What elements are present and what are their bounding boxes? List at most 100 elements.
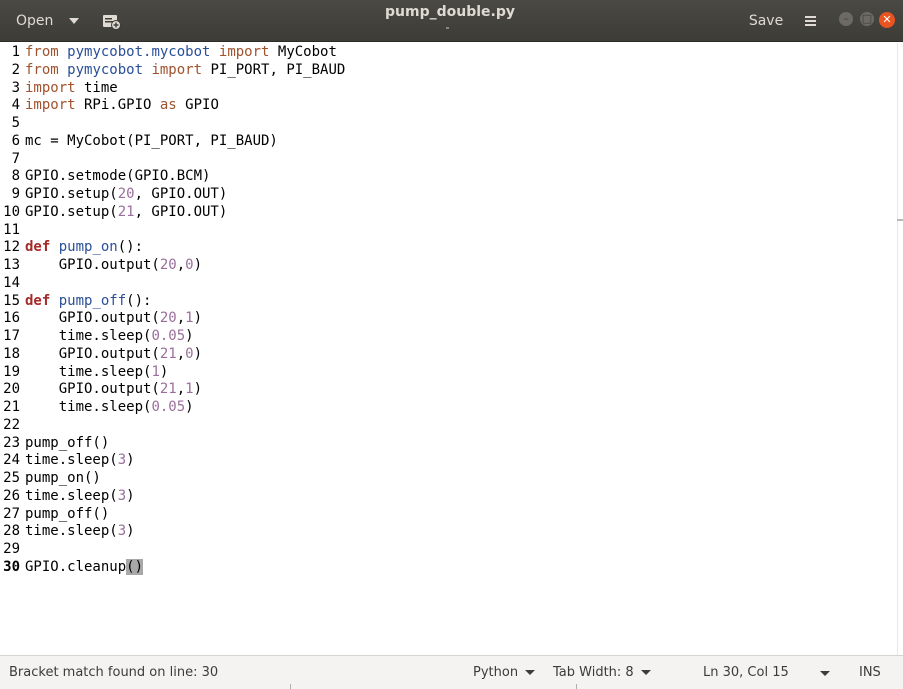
code-token: 1 bbox=[185, 381, 194, 398]
code-token: (): bbox=[117, 239, 144, 256]
code-token: GPIO.output( bbox=[25, 345, 160, 362]
code-line[interactable]: 30 GPIO.cleanup() bbox=[0, 558, 144, 576]
code-token: as bbox=[159, 97, 177, 114]
chevron-down-icon[interactable] bbox=[820, 671, 830, 676]
code-text: time.sleep(3) bbox=[25, 451, 135, 469]
code-line[interactable]: 26 time.sleep(3) bbox=[0, 487, 135, 505]
code-token: pymycobot.mycobot bbox=[67, 44, 211, 60]
hamburger-menu-button[interactable] bbox=[800, 10, 822, 32]
code-token: from bbox=[25, 44, 59, 60]
code-text: pump_off() bbox=[25, 434, 109, 452]
minimize-icon: – bbox=[843, 12, 849, 25]
code-line[interactable]: 15 def pump_off(): bbox=[0, 292, 151, 310]
code-text: time.sleep(3) bbox=[25, 487, 135, 505]
scrollbar[interactable] bbox=[897, 43, 903, 655]
line-number: 21 bbox=[3, 399, 20, 415]
code-token: time.sleep( bbox=[25, 452, 118, 469]
code-token: pump_off() bbox=[25, 434, 110, 451]
code-token: time.sleep( bbox=[25, 328, 152, 344]
code-token: GPIO bbox=[176, 97, 219, 114]
line-number: 7 bbox=[11, 150, 20, 167]
code-line[interactable]: 29 bbox=[0, 540, 25, 558]
line-number: 24 bbox=[3, 452, 20, 469]
code-text: pump_on() bbox=[25, 469, 101, 487]
code-token: pump_off() bbox=[25, 505, 110, 522]
code-text: GPIO.setmode(GPIO.BCM) bbox=[25, 167, 210, 185]
code-token: , GPIO.OUT) bbox=[134, 186, 228, 202]
code-line[interactable]: 16 GPIO.output(20,1) bbox=[0, 309, 202, 327]
code-token: ) bbox=[193, 381, 203, 398]
code-editor[interactable]: 1 from pymycobot.mycobot import MyCobot 2 f… bbox=[0, 43, 897, 655]
code-line[interactable]: 23 pump_off() bbox=[0, 434, 109, 452]
status-message: Bracket match found on line: 30 bbox=[9, 665, 219, 680]
code-text: def pump_off(): bbox=[25, 292, 151, 310]
code-line[interactable]: 2 from pymycobot import PI_PORT, PI_BAUD bbox=[0, 61, 346, 79]
line-number: 9 bbox=[11, 186, 20, 202]
code-token: ) bbox=[193, 257, 203, 273]
new-document-button[interactable] bbox=[100, 10, 122, 32]
code-line[interactable]: 28 time.sleep(3) bbox=[0, 522, 135, 540]
code-token: PI_PORT, PI_BAUD bbox=[202, 61, 346, 78]
code-line[interactable]: 14 bbox=[0, 274, 25, 292]
code-text: time.sleep(1) bbox=[25, 363, 169, 381]
code-line[interactable]: 4 import RPi.GPIO as GPIO bbox=[0, 96, 219, 114]
code-line[interactable]: 24 time.sleep(3) bbox=[0, 451, 135, 469]
code-line[interactable]: 17 time.sleep(0.05) bbox=[0, 327, 193, 345]
line-number: 6 bbox=[11, 132, 20, 149]
cursor-position[interactable]: Ln 30, Col 15 bbox=[703, 665, 789, 680]
code-line[interactable]: 9 GPIO.setup(20, GPIO.OUT) bbox=[0, 185, 228, 203]
code-line[interactable]: 25 pump_on() bbox=[0, 469, 101, 487]
code-line[interactable]: 3 import time bbox=[0, 79, 118, 97]
code-token: import bbox=[151, 61, 203, 78]
code-text: GPIO.output(20,1) bbox=[25, 309, 202, 327]
divider bbox=[290, 684, 291, 689]
close-button[interactable]: ✕ bbox=[879, 12, 895, 28]
code-line[interactable]: 5 bbox=[0, 114, 25, 132]
code-text: import time bbox=[25, 79, 118, 97]
code-line[interactable]: 6 mc = MyCobot(PI_PORT, PI_BAUD) bbox=[0, 132, 278, 150]
line-number: 17 bbox=[3, 328, 20, 344]
code-line[interactable]: 8 GPIO.setmode(GPIO.BCM) bbox=[0, 167, 211, 185]
code-line[interactable]: 18 GPIO.output(21,0) bbox=[0, 345, 202, 363]
code-token: GPIO.output( bbox=[25, 381, 160, 398]
code-line[interactable]: 27 pump_off() bbox=[0, 505, 109, 523]
code-line[interactable]: 13 GPIO.output(20,0) bbox=[0, 256, 202, 274]
line-number: 13 bbox=[3, 257, 20, 273]
code-token: GPIO.setmode(GPIO.BCM) bbox=[25, 168, 211, 185]
code-text: pump_off() bbox=[25, 505, 109, 523]
code-token: 1 bbox=[185, 310, 194, 327]
chevron-down-icon bbox=[69, 18, 80, 24]
language-selector[interactable]: Python bbox=[473, 665, 536, 680]
line-number: 29 bbox=[3, 541, 20, 557]
code-line[interactable]: 12 def pump_on(): bbox=[0, 238, 143, 256]
code-text: GPIO.setup(21, GPIO.OUT) bbox=[25, 203, 227, 221]
save-button[interactable]: Save bbox=[738, 7, 794, 35]
code-line[interactable]: 19 time.sleep(1) bbox=[0, 363, 168, 381]
code-text: time.sleep(3) bbox=[25, 522, 135, 540]
hamburger-menu-icon bbox=[805, 16, 816, 18]
line-number: 4 bbox=[11, 97, 20, 114]
tab-width-selector[interactable]: Tab Width: 8 bbox=[553, 665, 651, 680]
code-line[interactable]: 20 GPIO.output(21,1) bbox=[0, 380, 202, 398]
code-line[interactable]: 1 from pymycobot.mycobot import MyCobot bbox=[0, 43, 337, 61]
minimize-button[interactable]: – bbox=[839, 12, 853, 26]
code-token: ) bbox=[185, 399, 194, 415]
code-token: 21 bbox=[117, 203, 135, 220]
code-text: time.sleep(0.05) bbox=[25, 398, 194, 416]
code-line[interactable]: 11 bbox=[0, 221, 25, 239]
code-line[interactable]: 10 GPIO.setup(21, GPIO.OUT) bbox=[0, 203, 227, 221]
line-number: 2 bbox=[11, 61, 20, 78]
code-text: def pump_on(): bbox=[25, 238, 143, 256]
code-line[interactable]: 21 time.sleep(0.05) bbox=[0, 398, 194, 416]
code-token: 21 bbox=[159, 345, 177, 362]
maximize-button[interactable]: □ bbox=[860, 12, 874, 26]
code-token: ) bbox=[159, 363, 169, 380]
code-token: import bbox=[25, 97, 76, 114]
open-button[interactable]: Open bbox=[6, 7, 90, 35]
code-line[interactable]: 22 bbox=[0, 416, 25, 434]
code-token: 0 bbox=[185, 345, 194, 362]
code-token: import bbox=[25, 79, 76, 96]
code-line[interactable]: 7 bbox=[0, 150, 25, 168]
